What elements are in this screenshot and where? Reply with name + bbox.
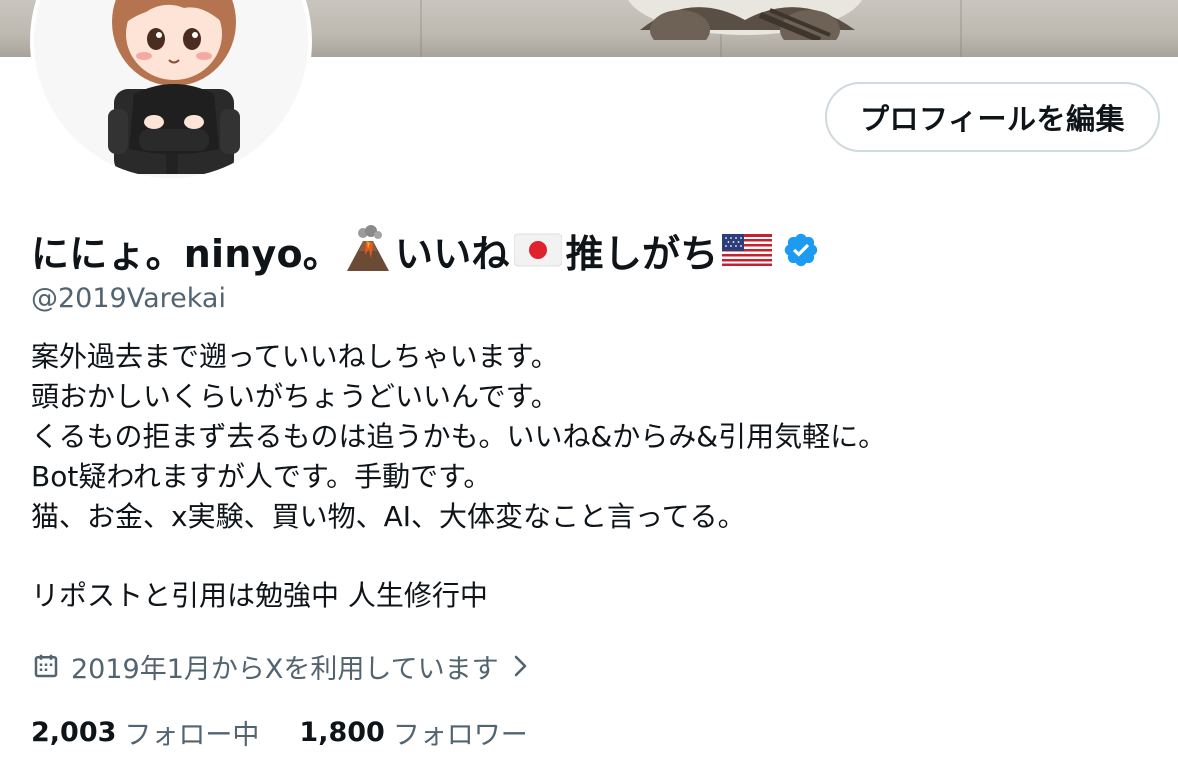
chevron-right-icon bbox=[511, 653, 531, 679]
profile-avatar[interactable] bbox=[30, 0, 312, 182]
us-flag-icon bbox=[722, 232, 773, 268]
follow-stats: 2,003 フォロー中 1,800 フォロワー bbox=[31, 713, 528, 751]
bio-line: 猫、お金、x実験、買い物、AI、大体変なこと言ってる。 bbox=[31, 500, 746, 533]
user-handle: @2019Varekai bbox=[31, 283, 226, 314]
joined-date-link[interactable]: 2019年1月からXを利用しています bbox=[31, 648, 531, 685]
verified-badge-icon[interactable] bbox=[782, 231, 820, 269]
calendar-icon bbox=[31, 651, 61, 681]
japan-flag-icon bbox=[513, 232, 563, 268]
following-label: フォロー中 bbox=[124, 719, 260, 751]
avatar-illustration bbox=[34, 0, 308, 178]
bio-line: 頭おかしいくらいがちょうどいいんです。 bbox=[31, 380, 559, 413]
bio-blank-line bbox=[31, 537, 1131, 576]
cat-photo bbox=[628, 0, 862, 40]
followers-link[interactable]: 1,800 フォロワー bbox=[299, 713, 527, 752]
display-name-part2: いいね bbox=[395, 231, 510, 276]
volcano-icon bbox=[343, 225, 393, 275]
profile-page: プロフィールを編集 ににょ。ninyo。 いいね 推しがち @2019Varek… bbox=[0, 0, 1178, 774]
display-name: ににょ。ninyo。 いいね 推しがち bbox=[31, 222, 820, 278]
following-count: 2,003 bbox=[31, 716, 117, 748]
display-name-part1: ににょ。ninyo。 bbox=[31, 231, 342, 276]
bio-line: くるもの拒まず去るものは追うかも。いいね&からみ&引用気軽に。 bbox=[31, 420, 887, 453]
followers-label: フォロワー bbox=[392, 719, 528, 751]
profile-bio: 案外過去まで遡っていいねしちゃいます。 頭おかしいくらいがちょうどいいんです。 … bbox=[31, 337, 1131, 616]
bio-line: リポストと引用は勉強中 人生修行中 bbox=[31, 579, 488, 612]
following-link[interactable]: 2,003 フォロー中 bbox=[31, 713, 259, 752]
display-name-part3: 推しがち bbox=[565, 231, 719, 276]
edit-profile-button[interactable]: プロフィールを編集 bbox=[825, 82, 1160, 152]
joined-text: 2019年1月からXを利用しています bbox=[71, 653, 499, 685]
bio-line: 案外過去まで遡っていいねしちゃいます。 bbox=[31, 340, 559, 373]
followers-count: 1,800 bbox=[299, 716, 385, 748]
bio-line: Bot疑われますが人です。手動です。 bbox=[31, 460, 492, 493]
